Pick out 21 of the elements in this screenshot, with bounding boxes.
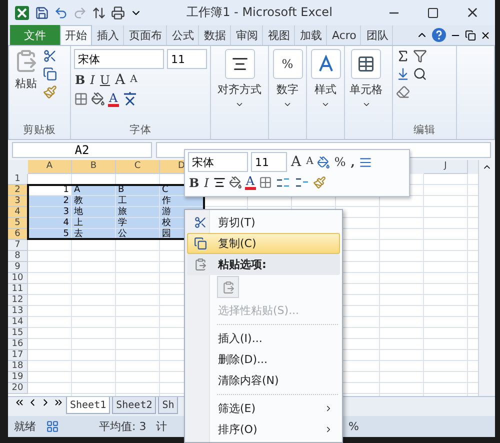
window-title: 工作簿1 - Microsoft Excel (186, 4, 334, 21)
average-readout: 平均值: 3 (99, 419, 146, 434)
count-readout: 计 (156, 419, 168, 434)
table-cell: 4 (28, 218, 72, 229)
table-cell: 2 (28, 196, 72, 207)
percent-glyph: % (280, 58, 294, 70)
status-text: 就绪 (14, 419, 36, 434)
table-cell: 学 (116, 218, 160, 229)
table-cell: 旅 (116, 207, 160, 218)
table-cell: 作 (160, 196, 204, 207)
table-cell: A (72, 185, 116, 196)
group-title: 编辑 (412, 123, 436, 138)
group-title: 字体 (128, 123, 152, 138)
table-cell: 地 (72, 207, 116, 218)
table-cell: 工 (116, 196, 160, 207)
zoom-readout: % (348, 420, 359, 433)
table-cell: 上 (72, 218, 116, 229)
table-cell: 教 (72, 196, 116, 207)
table-cell: 3 (28, 207, 72, 218)
menu-section-header: 粘贴选项: (187, 254, 340, 275)
group-title: 剪贴板 (22, 123, 57, 138)
